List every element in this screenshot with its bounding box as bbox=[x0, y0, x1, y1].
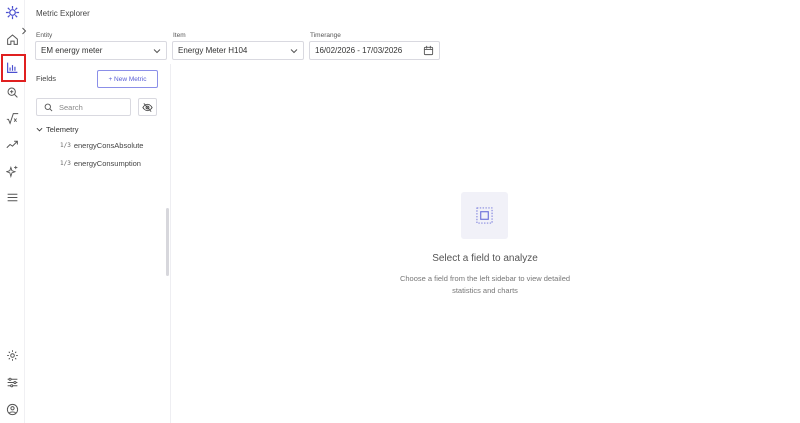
empty-state-title: Select a field to analyze bbox=[432, 253, 538, 264]
telemetry-group-label: Telemetry bbox=[46, 125, 79, 134]
home-icon[interactable] bbox=[4, 31, 21, 48]
zoom-search-icon[interactable] bbox=[4, 84, 21, 101]
item-dropdown[interactable]: Energy Meter H104 bbox=[172, 41, 304, 60]
eye-off-icon bbox=[142, 102, 153, 112]
sparkle-icon[interactable] bbox=[4, 163, 21, 180]
active-item-highlight bbox=[1, 54, 26, 82]
entity-value: EM energy meter bbox=[41, 46, 103, 55]
timerange-label: Timerange bbox=[310, 32, 341, 39]
entity-label: Entity bbox=[36, 32, 53, 39]
number-field-icon: 1/3 bbox=[60, 160, 71, 167]
fields-title: Fields bbox=[36, 74, 57, 83]
menu-icon[interactable] bbox=[4, 189, 21, 206]
icon-rail bbox=[0, 0, 28, 423]
item-value: Energy Meter H104 bbox=[178, 46, 248, 55]
empty-state-subtitle: Choose a field from the left sidebar to … bbox=[385, 273, 585, 297]
sliders-icon[interactable] bbox=[4, 374, 21, 391]
sqrt-formula-icon[interactable] bbox=[4, 110, 21, 127]
field-item[interactable]: 1/3 energyConsAbsolute bbox=[60, 141, 143, 150]
search-placeholder: Search bbox=[59, 102, 83, 112]
chevron-down-icon bbox=[153, 47, 161, 55]
field-label: energyConsumption bbox=[73, 159, 141, 168]
entity-dropdown[interactable]: EM energy meter bbox=[35, 41, 167, 60]
logo-icon[interactable] bbox=[4, 4, 21, 21]
empty-state-subtitle-line: Choose a field from the left sidebar to … bbox=[399, 274, 571, 283]
number-field-icon: 1/3 bbox=[60, 142, 71, 149]
search-icon bbox=[44, 103, 53, 112]
select-field-icon bbox=[461, 192, 508, 239]
hide-fields-button[interactable] bbox=[138, 98, 157, 116]
field-item[interactable]: 1/3 energyConsumption bbox=[60, 159, 141, 168]
item-label: Item bbox=[173, 32, 186, 39]
settings-icon[interactable] bbox=[4, 347, 21, 364]
telemetry-group[interactable]: Telemetry bbox=[36, 125, 79, 134]
timerange-picker[interactable]: 16/02/2026 - 17/03/2026 bbox=[309, 41, 440, 60]
search-input[interactable]: Search bbox=[36, 98, 131, 116]
fields-sidebar bbox=[25, 64, 171, 423]
chevron-down-icon bbox=[36, 126, 43, 133]
sidebar-scrollbar[interactable] bbox=[166, 208, 169, 276]
chevron-down-icon bbox=[290, 47, 298, 55]
chevron-right-icon[interactable] bbox=[20, 22, 28, 35]
empty-state-subtitle-line: statistics and charts bbox=[452, 286, 518, 295]
field-label: energyConsAbsolute bbox=[73, 141, 144, 150]
page-title: Metric Explorer bbox=[36, 9, 90, 18]
trend-line-icon[interactable] bbox=[4, 136, 21, 153]
new-metric-button[interactable]: + New Metric bbox=[97, 70, 158, 88]
timerange-value: 16/02/2026 - 17/03/2026 bbox=[315, 46, 403, 55]
calendar-icon[interactable] bbox=[423, 45, 434, 56]
user-circle-icon[interactable] bbox=[4, 401, 21, 418]
